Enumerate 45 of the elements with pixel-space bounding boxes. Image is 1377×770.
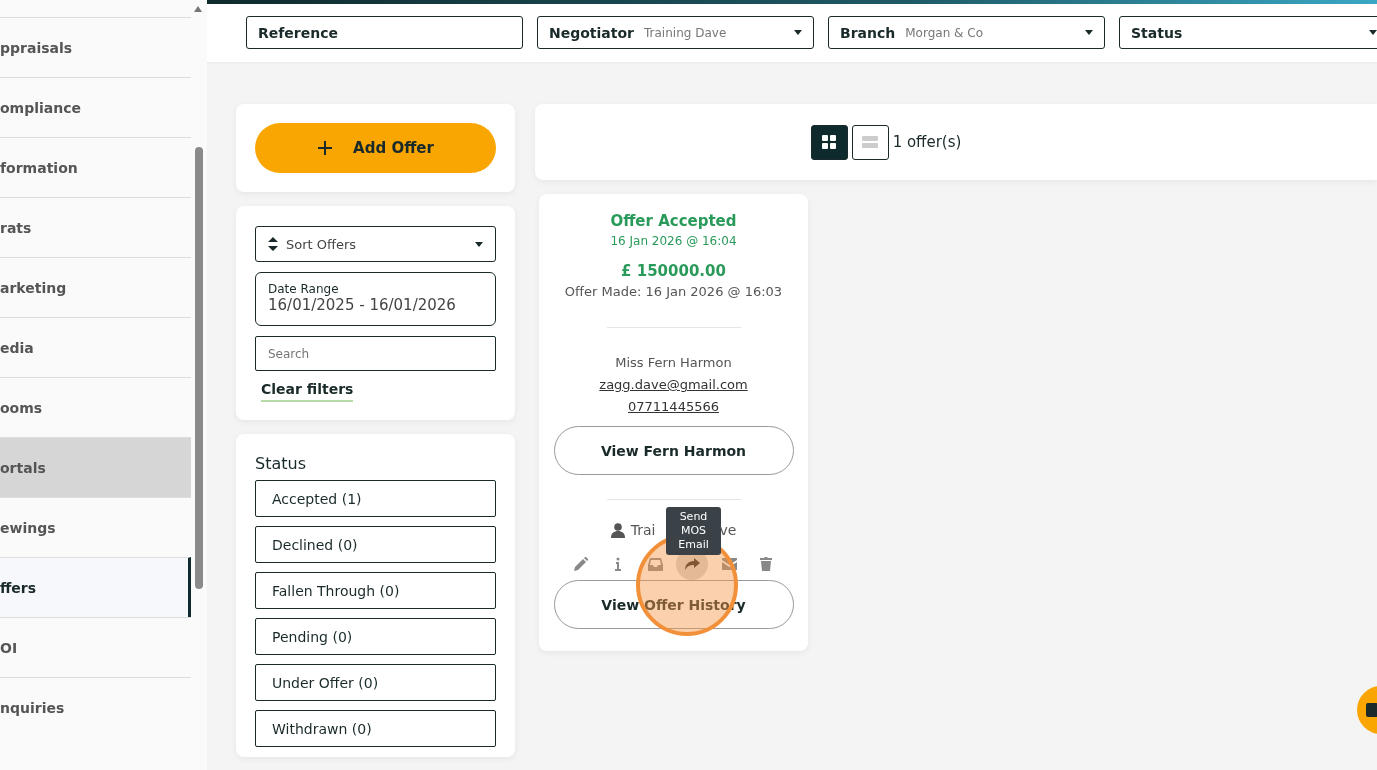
status-filter-button[interactable]: Pending (0) [255,618,496,655]
status-date: 16 Jan 2026 @ 16:04 [610,234,737,248]
status-filter-button[interactable]: Declined (0) [255,526,496,563]
sidebar-item[interactable]: formation [0,137,191,197]
sidebar-item[interactable]: ffers [0,557,191,617]
plus-icon [317,140,334,156]
filter-dropdown[interactable]: Branch Morgan & Co [828,16,1105,49]
sidebar-item[interactable]: arketing [0,257,191,317]
list-view-button[interactable] [851,124,889,160]
sidebar-item[interactable]: ppraisals [0,17,191,77]
offer-made-date: Offer Made: 16 Jan 2026 @ 16:03 [564,284,783,299]
status-filter-button[interactable]: Withdrawn (0) [255,710,496,747]
phone-link[interactable]: 07711445566 [628,399,719,414]
filter-dropdown[interactable]: Status [1119,16,1377,49]
view-applicant-button[interactable]: View Fern Harmon [553,426,794,475]
email-link[interactable]: zagg.dave@gmail.com [599,377,748,392]
status-filter-button[interactable]: Under Offer (0) [255,664,496,701]
offer-count: 1 offer(s) [892,133,962,151]
sidebar-item[interactable]: edia [0,317,191,377]
filter-dropdown[interactable]: Reference [246,16,523,49]
clear-filters-link[interactable]: Clear filters [261,381,354,402]
grid-view-button[interactable] [810,124,848,160]
sidebar-item[interactable]: ompliance [0,77,191,137]
tooltip: Send MOS Email [666,507,721,555]
sidebar-item[interactable]: nquiries [0,677,191,737]
offer-status: Offer Accepted [610,212,737,230]
search-field[interactable]: Search [255,336,496,371]
sort-icon [268,237,278,251]
grid-icon [822,135,837,149]
offer-amount: £ 150000.00 [621,262,726,280]
scrollbar[interactable] [195,147,203,589]
list-icon [862,135,879,149]
add-offer-button[interactable]: Add Offer [255,123,496,173]
status-filter-button[interactable]: Accepted (1) [255,480,496,517]
sidebar-item[interactable]: OI [0,617,191,677]
sort-dropdown[interactable]: Sort Offers [255,226,496,262]
status-heading: Status [255,454,307,473]
sidebar-item[interactable]: ortals [0,437,191,497]
date-range-field[interactable]: Date Range 16/01/2025 - 16/01/2026 [255,272,496,326]
sidebar-item[interactable]: rats [0,197,191,257]
filter-dropdown[interactable]: Negotiator Training Dave [537,16,814,49]
person-icon [610,522,625,538]
applicant-name: Miss Fern Harmon [615,355,732,370]
agent-name: Trai [630,522,656,538]
status-filter-button[interactable]: Fallen Through (0) [255,572,496,609]
